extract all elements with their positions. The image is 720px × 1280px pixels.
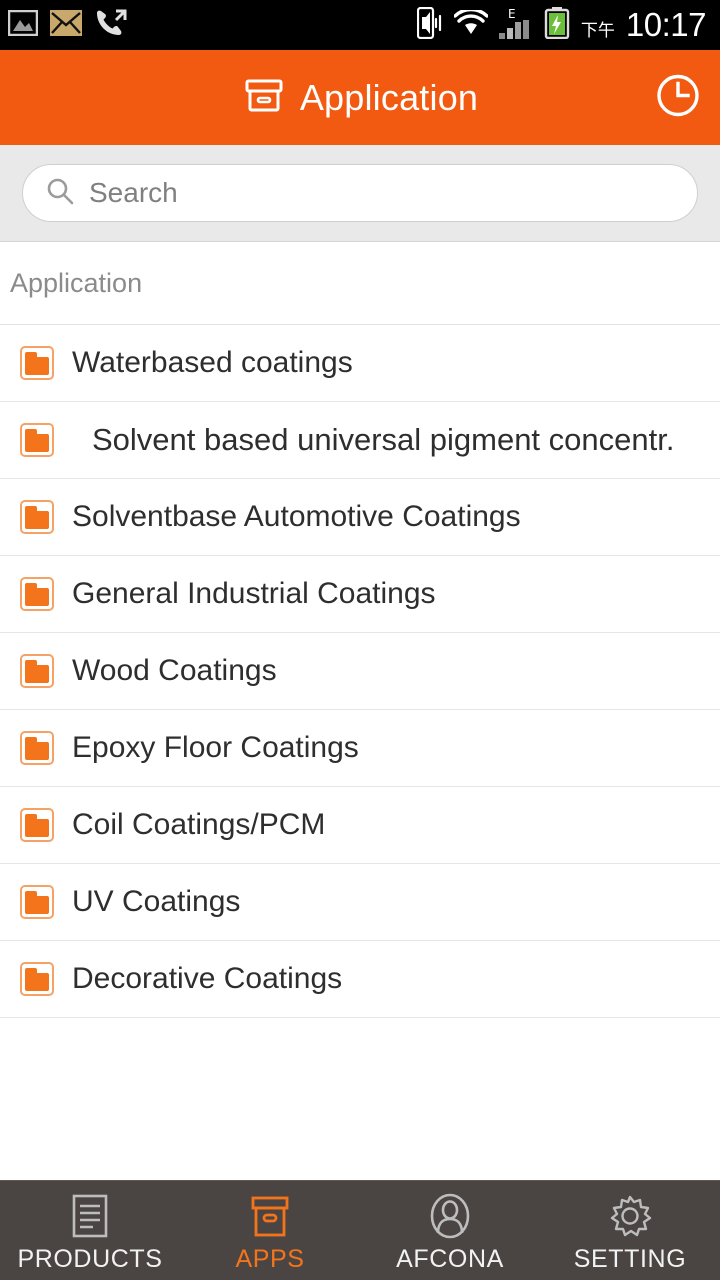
list-item-label: Solventbase Automotive Coatings — [72, 500, 521, 533]
status-bar-right-icons: E 下午 10:17 — [416, 5, 707, 44]
list-item[interactable]: Waterbased coatings — [0, 325, 720, 402]
status-bar: E 下午 10:17 — [0, 0, 720, 50]
email-icon — [50, 9, 82, 41]
wifi-icon — [453, 7, 489, 41]
vibrate-icon — [416, 6, 443, 44]
list-item[interactable]: Decorative Coatings — [0, 941, 720, 1018]
search-placeholder: Search — [89, 177, 178, 208]
document-icon — [67, 1192, 113, 1240]
outgoing-call-icon — [94, 8, 128, 43]
folder-icon — [20, 423, 54, 457]
list-item[interactable]: Solvent based universal pigment concentr… — [0, 402, 720, 479]
list-item-label: Coil Coatings/PCM — [72, 808, 326, 841]
archive-box-icon — [242, 73, 286, 122]
folder-icon — [20, 962, 54, 996]
list-item-label: General Industrial Coatings — [72, 577, 436, 610]
list-item-label: Decorative Coatings — [72, 962, 343, 995]
page-title: Application — [299, 76, 479, 118]
list-item-label: Wood Coatings — [72, 654, 277, 687]
list-item-label: Waterbased coatings — [72, 346, 353, 379]
folder-icon — [20, 346, 54, 380]
status-bar-clock: 10:17 — [625, 5, 707, 43]
nav-label-setting: SETTING — [573, 1244, 687, 1273]
folder-icon — [20, 500, 54, 534]
gear-icon — [607, 1192, 653, 1240]
bottom-navigation: PRODUCTS APPS AFCONA SETTING — [0, 1180, 720, 1280]
folder-icon — [20, 885, 54, 919]
search-icon — [45, 176, 75, 211]
list-item[interactable]: General Industrial Coatings — [0, 556, 720, 633]
list-item-label: Epoxy Floor Coatings — [72, 731, 359, 764]
list-item[interactable]: Wood Coatings — [0, 633, 720, 710]
battery-charging-icon — [544, 6, 570, 44]
list-item[interactable]: Epoxy Floor Coatings — [0, 710, 720, 787]
nav-item-apps[interactable]: APPS — [180, 1181, 360, 1280]
status-bar-left-icons — [7, 8, 128, 43]
search-bar-container: Search — [0, 145, 720, 242]
list-item-label: Solvent based universal pigment concentr… — [92, 422, 675, 457]
nav-label-products: PRODUCTS — [17, 1244, 163, 1273]
history-button[interactable] — [654, 71, 702, 124]
section-header-label: Application — [10, 267, 143, 298]
clock-icon — [654, 71, 702, 124]
person-circle-icon — [427, 1192, 473, 1240]
list-item[interactable]: Solventbase Automotive Coatings — [0, 479, 720, 556]
header-title-group: Application — [242, 73, 478, 122]
status-bar-ampm: 下午 — [580, 20, 615, 41]
nav-label-afcona: AFCONA — [396, 1244, 504, 1273]
section-header: Application — [0, 242, 720, 325]
nav-item-afcona[interactable]: AFCONA — [360, 1181, 540, 1280]
svg-text:E: E — [508, 7, 516, 21]
folder-icon — [20, 808, 54, 842]
folder-icon — [20, 577, 54, 611]
list-item[interactable]: Coil Coatings/PCM — [0, 787, 720, 864]
nav-item-products[interactable]: PRODUCTS — [0, 1181, 180, 1280]
folder-icon — [20, 654, 54, 688]
nav-item-setting[interactable]: SETTING — [540, 1181, 720, 1280]
search-input[interactable]: Search — [22, 164, 698, 222]
list-item[interactable]: UV Coatings — [0, 864, 720, 941]
nav-label-apps: APPS — [235, 1244, 305, 1273]
edge-signal-icon: E — [498, 7, 533, 44]
gallery-icon — [7, 9, 39, 41]
list-item-label: UV Coatings — [72, 885, 241, 918]
app-header: Application — [0, 50, 720, 145]
archive-box-icon — [247, 1192, 293, 1240]
folder-icon — [20, 731, 54, 765]
application-list: Waterbased coatings Solvent based univers… — [0, 325, 720, 1180]
app-root: E 下午 10:17 Application Search Applicatio… — [0, 0, 720, 1280]
